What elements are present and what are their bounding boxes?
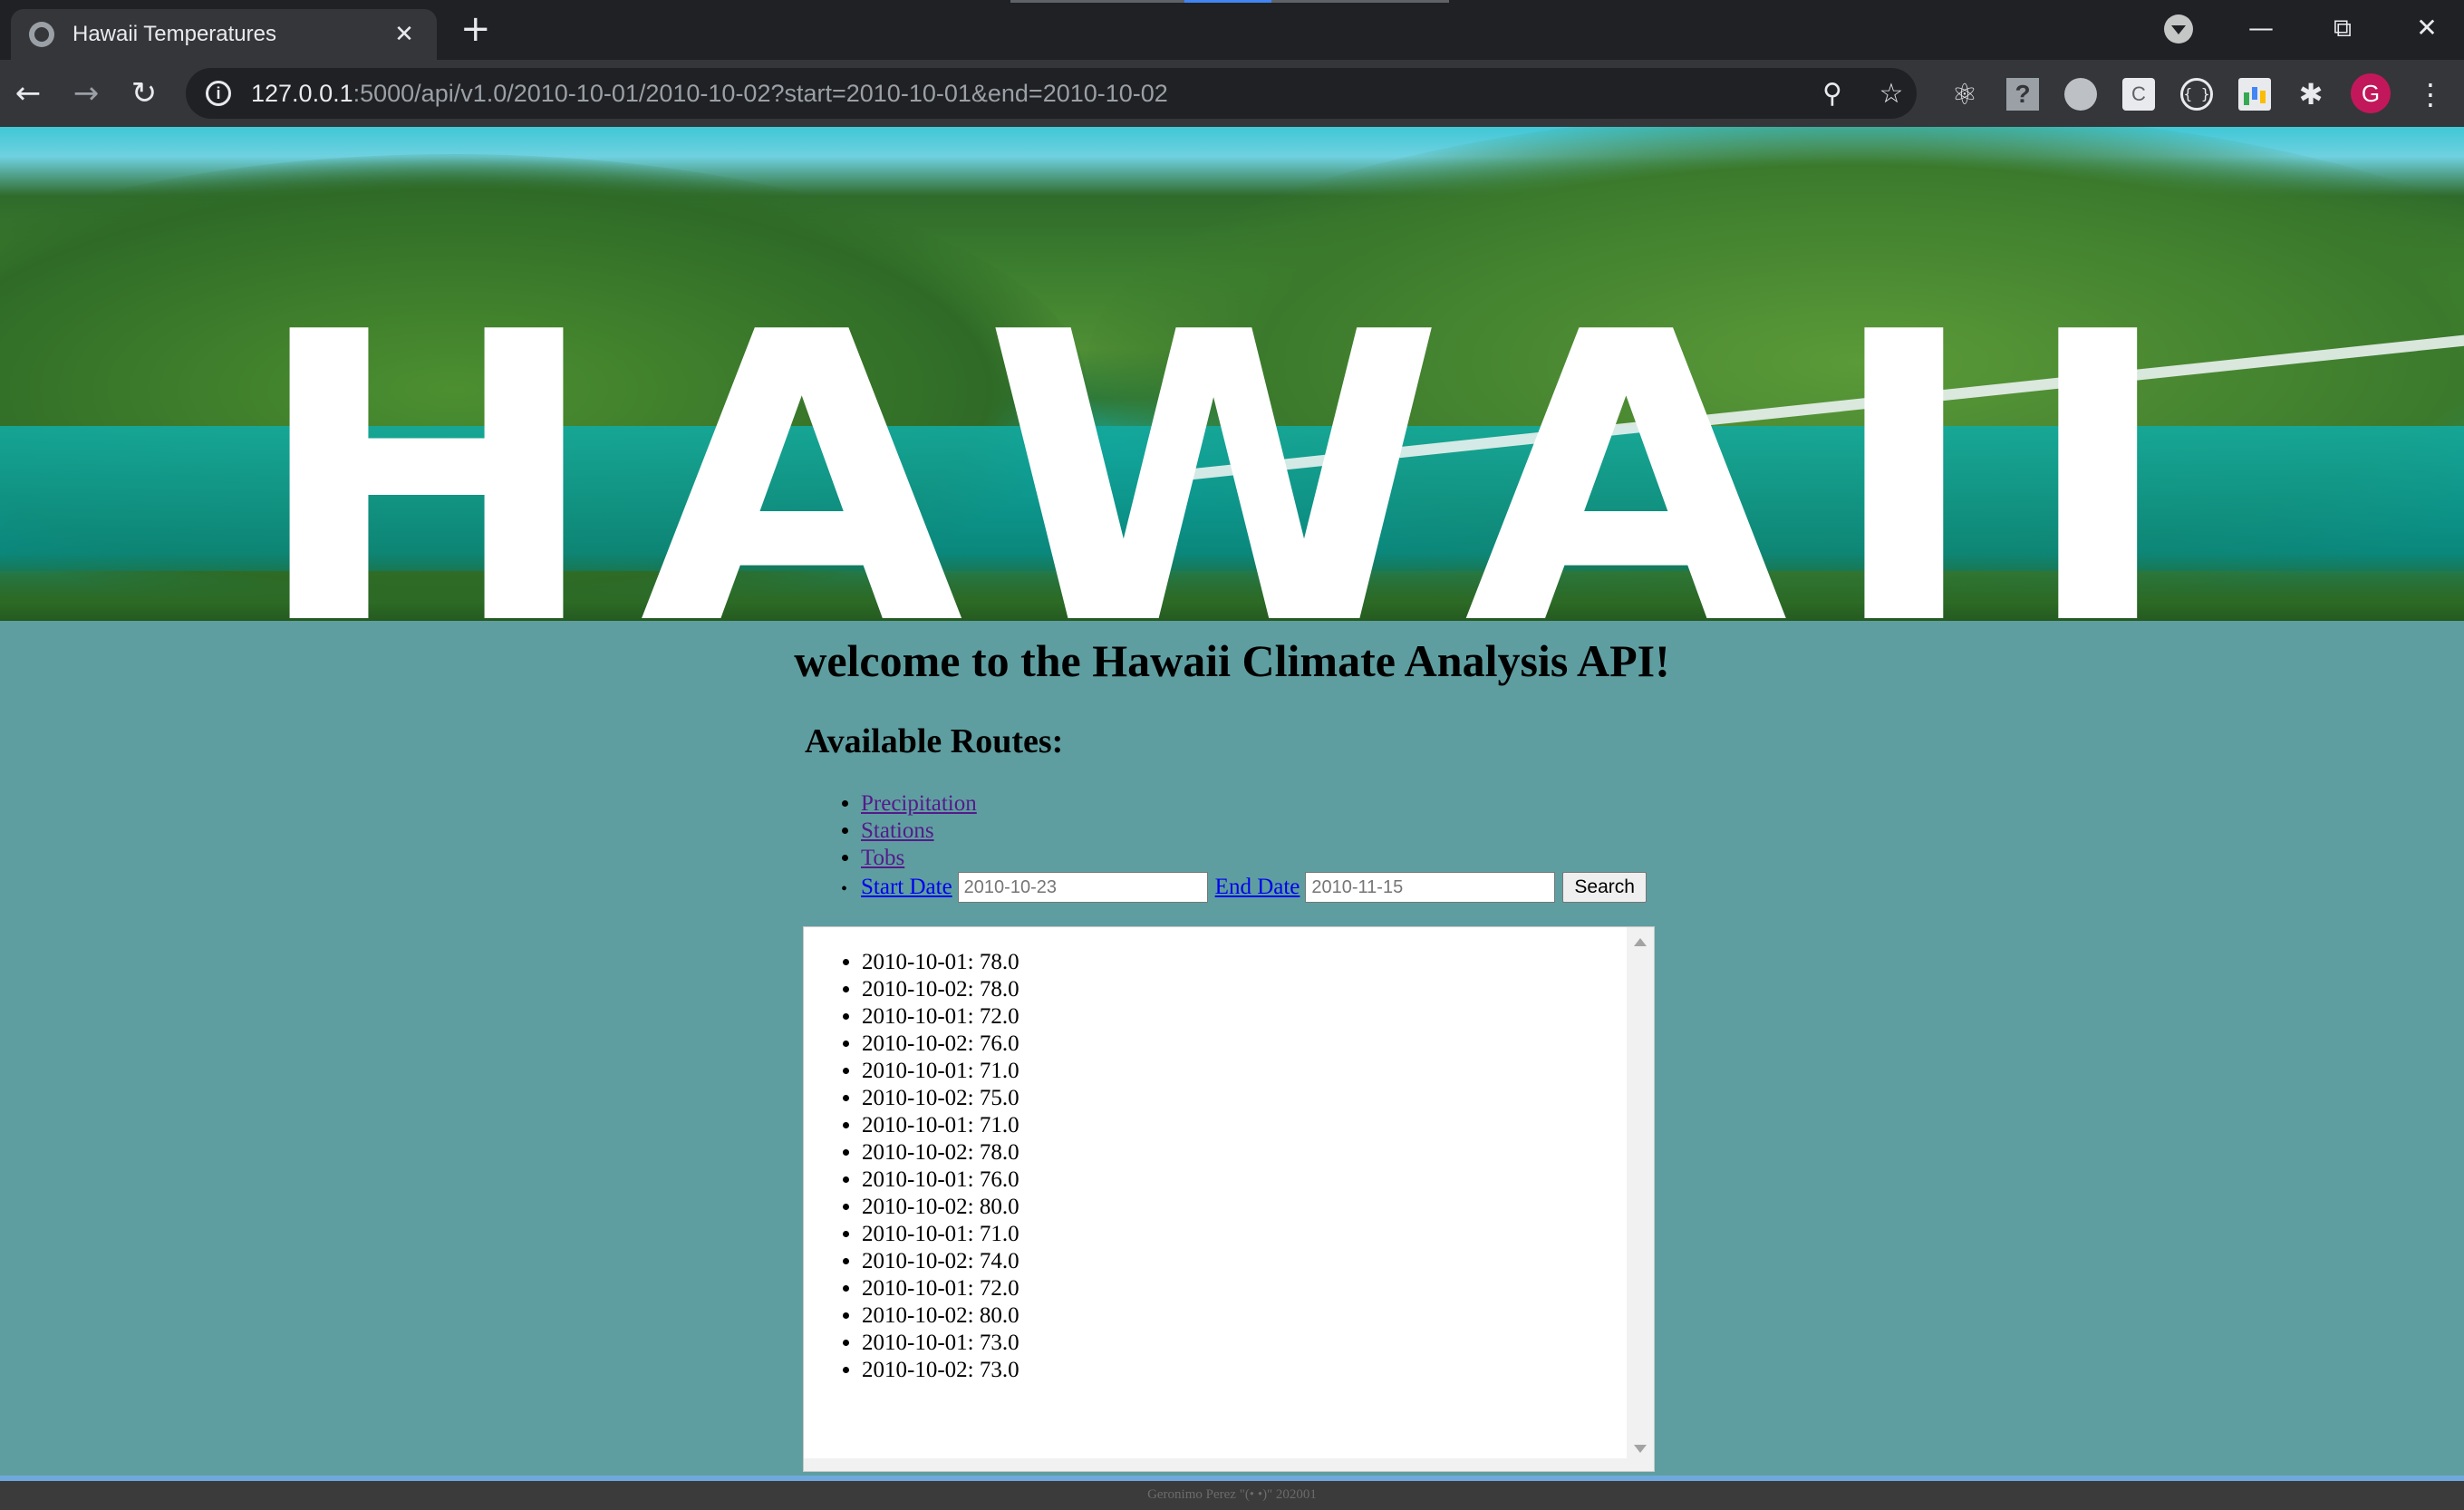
end-date-link[interactable]: End Date: [1215, 875, 1300, 900]
list-item: 2010-10-02: 73.0: [862, 1357, 1019, 1384]
json-extension-icon[interactable]: { }: [2180, 78, 2213, 111]
horizontal-scrollbar[interactable]: [804, 1458, 1628, 1471]
scroll-up-icon[interactable]: [1634, 938, 1647, 946]
list-item: 2010-10-01: 72.0: [862, 1003, 1019, 1031]
star-icon[interactable]: ☆: [1876, 79, 1907, 110]
routes-list: Precipitation Stations Tobs: [861, 790, 977, 872]
restore-icon[interactable]: ⧉: [2315, 5, 2370, 51]
list-bullet: •: [841, 879, 848, 899]
browser-tab[interactable]: Hawaii Temperatures ✕: [11, 9, 437, 60]
list-item: 2010-10-01: 78.0: [862, 949, 1019, 976]
window-drag-strip: [1010, 0, 1449, 3]
plus-icon[interactable]: +: [460, 11, 491, 47]
stations-link[interactable]: Stations: [861, 818, 934, 843]
list-item: 2010-10-01: 76.0: [862, 1166, 1019, 1194]
tab-title: Hawaii Temperatures: [72, 22, 276, 46]
list-item: 2010-10-02: 75.0: [862, 1085, 1019, 1112]
puzzle-icon[interactable]: ✱: [2295, 78, 2327, 111]
list-item: 2010-10-02: 80.0: [862, 1194, 1019, 1221]
route-item-stations: Stations: [861, 818, 977, 845]
forward-arrow-icon[interactable]: →: [63, 71, 109, 116]
list-item: 2010-10-02: 74.0: [862, 1248, 1019, 1275]
list-item: 2010-10-02: 78.0: [862, 1139, 1019, 1166]
list-item: 2010-10-02: 80.0: [862, 1302, 1019, 1330]
more-menu-icon[interactable]: ⋮: [2414, 74, 2447, 114]
url-text: 127.0.0.1:5000/api/v1.0/2010-10-01/2010-…: [251, 80, 1168, 108]
tab-bar: Hawaii Temperatures ✕ + — ⧉ ✕: [0, 0, 2464, 60]
page-footer: Geronimo Perez "(• •)" 202001: [0, 1476, 2464, 1510]
tab-search-icon[interactable]: [2164, 15, 2193, 44]
page-title: welcome to the Hawaii Climate Analysis A…: [794, 635, 1670, 686]
vertical-scrollbar[interactable]: [1627, 927, 1654, 1471]
date-search-row: • Start Date End Date Search: [841, 872, 1647, 903]
results-frame[interactable]: 2010-10-01: 78.0 2010-10-02: 78.0 2010-1…: [803, 926, 1655, 1472]
start-date-link[interactable]: Start Date: [861, 875, 952, 900]
results-list: 2010-10-01: 78.0 2010-10-02: 78.0 2010-1…: [862, 949, 1019, 1384]
list-item: 2010-10-01: 71.0: [862, 1221, 1019, 1248]
zoom-icon[interactable]: ⚲: [1817, 79, 1848, 110]
scroll-down-icon[interactable]: [1634, 1445, 1647, 1453]
react-devtools-icon[interactable]: ⚛: [1948, 78, 1981, 111]
reload-icon[interactable]: ↻: [121, 71, 167, 116]
minimize-icon[interactable]: —: [2234, 5, 2288, 51]
info-icon[interactable]: i: [206, 81, 231, 106]
url-host: 127.0.0.1: [251, 79, 353, 107]
address-bar[interactable]: i 127.0.0.1:5000/api/v1.0/2010-10-01/201…: [186, 68, 1917, 119]
routes-heading: Available Routes:: [805, 722, 1064, 760]
hero-banner: HAWAII: [0, 127, 2464, 621]
help-extension-icon[interactable]: ?: [2006, 78, 2039, 111]
search-button[interactable]: Search: [1562, 872, 1647, 903]
precipitation-link[interactable]: Precipitation: [861, 791, 977, 816]
list-item: 2010-10-01: 73.0: [862, 1330, 1019, 1357]
route-item-precipitation: Precipitation: [861, 790, 977, 818]
end-date-input[interactable]: [1305, 872, 1556, 903]
route-item-tobs: Tobs: [861, 845, 977, 872]
start-date-input[interactable]: [957, 872, 1208, 903]
url-path: :5000/api/v1.0/2010-10-01/2010-10-02?sta…: [353, 79, 1168, 107]
chat-extension-icon[interactable]: [2064, 78, 2097, 111]
window-drag-strip-highlight: [1184, 0, 1271, 3]
window-close-icon[interactable]: ✕: [2400, 5, 2454, 51]
hero-word: HAWAII: [251, 248, 2214, 621]
list-item: 2010-10-01: 71.0: [862, 1112, 1019, 1139]
chart-extension-icon[interactable]: [2238, 78, 2271, 111]
avatar[interactable]: G: [2351, 73, 2391, 113]
tobs-link[interactable]: Tobs: [861, 846, 904, 870]
globe-icon: [29, 22, 54, 47]
list-item: 2010-10-01: 72.0: [862, 1275, 1019, 1302]
list-item: 2010-10-02: 78.0: [862, 976, 1019, 1003]
c-extension-icon[interactable]: C: [2122, 78, 2155, 111]
list-item: 2010-10-02: 76.0: [862, 1031, 1019, 1058]
list-item: 2010-10-01: 71.0: [862, 1058, 1019, 1085]
back-arrow-icon[interactable]: ←: [5, 71, 51, 116]
close-icon[interactable]: ✕: [390, 21, 419, 48]
